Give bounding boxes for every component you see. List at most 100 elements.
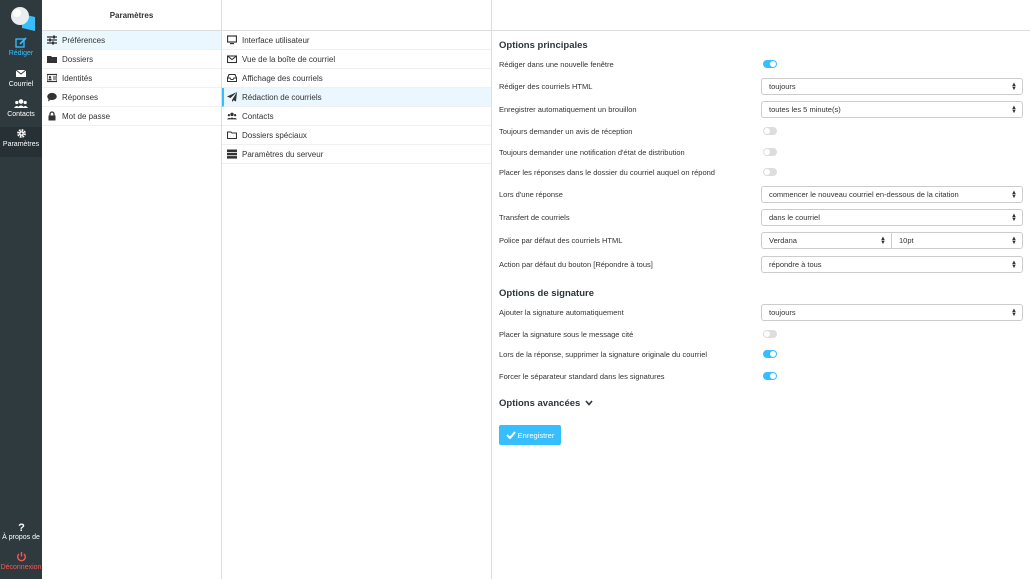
select-value: commencer le nouveau courriel en-dessous… (769, 189, 959, 199)
section-item-server-settings[interactable]: Paramètres du serveur (222, 145, 491, 164)
signature-below-toggle[interactable] (763, 330, 777, 338)
row-label: Lors de la réponse, supprimer la signatu… (499, 349, 708, 359)
strip-signature-toggle[interactable] (763, 350, 777, 358)
id-card-icon (47, 73, 57, 83)
settings-content: Options principales Rédiger dans une nou… (492, 0, 1030, 579)
settings-item-label: Dossiers (62, 54, 94, 64)
autosave-draft-select[interactable]: toutes les 5 minute(s) ▲ ▼ (761, 100, 1023, 118)
compose-label: Rédiger (8, 50, 34, 57)
settings-item-identities[interactable]: Identités (42, 69, 221, 88)
logout-button[interactable]: Déconnexion (0, 550, 42, 579)
reply-same-folder-toggle[interactable] (763, 168, 777, 176)
contacts-button[interactable]: Contacts (0, 97, 42, 127)
sections-header (222, 0, 491, 31)
settings-item-folders[interactable]: Dossiers (42, 50, 221, 69)
row-label: Rédiger dans une nouvelle fenêtre (499, 59, 614, 69)
default-font-select[interactable]: Verdana ▲ ▼ (761, 231, 892, 249)
sort-arrows-icon: ▲ ▼ (1011, 81, 1017, 92)
row-dsn: Toujours demander une notification d'éta… (499, 142, 1024, 162)
section-item-ui[interactable]: Interface utilisateur (222, 31, 491, 50)
server-icon (227, 149, 237, 159)
row-force-separator: Forcer le séparateur standard dans les s… (499, 366, 1024, 386)
settings-item-label: Préférences (62, 35, 106, 45)
settings-item-preferences[interactable]: Préférences (42, 31, 221, 50)
save-label: Enregistrer (517, 430, 555, 440)
row-label: Toujours demander un avis de réception (499, 126, 633, 136)
folder-outline-icon (227, 131, 237, 140)
save-button[interactable]: Enregistrer (499, 425, 561, 445)
envelope-icon (227, 55, 237, 64)
lock-icon (48, 111, 56, 121)
settings-title: Paramètres (42, 0, 221, 31)
read-receipt-toggle[interactable] (763, 127, 777, 135)
compose-icon (15, 37, 27, 48)
section-item-label: Paramètres du serveur (242, 149, 324, 159)
row-label: Placer la signature sous le message cité (499, 329, 634, 339)
section-item-contacts[interactable]: Contacts (222, 107, 491, 126)
section-main-options-title: Options principales (499, 40, 588, 51)
logout-label: Déconnexion (0, 564, 42, 571)
select-value: répondre à tous (769, 259, 822, 269)
row-strip-signature: Lors de la réponse, supprimer la signatu… (499, 344, 1024, 364)
main-navigation: Rédiger Courriel Contacts Paramètres ? À… (0, 0, 42, 579)
mail-button[interactable]: Courriel (0, 67, 42, 97)
row-reply-same-folder: Placer les réponses dans le dossier du c… (499, 162, 1024, 182)
section-item-composing[interactable]: Rédaction de courriels (222, 88, 491, 107)
users-icon (227, 112, 237, 120)
section-signature-title: Options de signature (499, 288, 595, 299)
sort-arrows-icon: ▲ ▼ (880, 235, 886, 246)
sort-arrows-icon: ▲ ▼ (1011, 307, 1017, 318)
select-value: dans le courriel (769, 212, 820, 222)
reply-all-default-select[interactable]: répondre à tous ▲ ▼ (761, 255, 1023, 273)
auto-signature-select[interactable]: toujours ▲ ▼ (761, 303, 1023, 321)
row-label: Placer les réponses dans le dossier du c… (499, 167, 715, 177)
reply-mode-select[interactable]: commencer le nouveau courriel en-dessous… (761, 185, 1023, 203)
question-icon: ? (18, 522, 25, 532)
sort-arrows-icon: ▲ ▼ (1011, 259, 1017, 270)
settings-item-label: Identités (62, 73, 93, 83)
power-icon (16, 552, 26, 562)
gear-icon (16, 129, 26, 138)
force-separator-toggle[interactable] (763, 372, 777, 380)
section-item-label: Rédaction de courriels (242, 92, 322, 102)
compose-button[interactable]: Rédiger (0, 36, 42, 66)
monitor-icon (227, 35, 237, 45)
content-header (492, 0, 1030, 31)
check-icon (505, 431, 516, 439)
row-label: Transfert de courriels (499, 212, 570, 222)
dsn-toggle[interactable] (763, 148, 777, 156)
forward-mode-select[interactable]: dans le courriel ▲ ▼ (761, 208, 1023, 226)
row-default-font: Police par défaut des courriels HTML Ver… (499, 230, 1024, 250)
advanced-options-label: Options avancées (499, 398, 581, 409)
section-item-special-folders[interactable]: Dossiers spéciaux (222, 126, 491, 145)
compose-html-select[interactable]: toujours ▲ ▼ (761, 77, 1023, 95)
settings-item-label: Mot de passe (62, 111, 111, 121)
section-item-mailbox-view[interactable]: Vue de la boîte de courriel (222, 50, 491, 69)
mail-label: Courriel (8, 81, 34, 88)
default-font-size-select[interactable]: 10pt ▲ ▼ (892, 231, 1023, 249)
svg-text:?: ? (18, 522, 25, 532)
advanced-options-toggle[interactable]: Options avancées (499, 398, 593, 409)
row-label: Rédiger des courriels HTML (499, 81, 593, 91)
row-read-receipt: Toujours demander un avis de réception (499, 121, 1024, 141)
row-compose-html: Rédiger des courriels HTML toujours ▲ ▼ (499, 76, 1024, 96)
new-window-toggle[interactable] (763, 60, 777, 68)
settings-item-password[interactable]: Mot de passe (42, 107, 221, 126)
row-label: Enregistrer automatiquement un brouillon (499, 104, 637, 114)
inbox-icon (227, 73, 237, 83)
envelope-icon (15, 69, 27, 77)
section-item-label: Vue de la boîte de courriel (242, 54, 336, 64)
settings-item-label: Réponses (62, 92, 99, 102)
row-forward-mode: Transfert de courriels dans le courriel ▲… (499, 207, 1024, 227)
about-button[interactable]: ? À propos de (0, 520, 42, 550)
select-value: toujours (769, 81, 796, 91)
contacts-label: Contacts (7, 111, 35, 118)
sort-arrows-icon: ▲ ▼ (1011, 212, 1017, 223)
section-item-display[interactable]: Affichage des courriels (222, 69, 491, 88)
settings-button[interactable]: Paramètres (0, 127, 42, 157)
settings-item-responses[interactable]: Réponses (42, 88, 221, 107)
row-label: Police par défaut des courriels HTML (499, 235, 623, 245)
row-auto-signature: Ajouter la signature automatiquement tou… (499, 302, 1024, 322)
settings-label: Paramètres (2, 141, 40, 148)
section-item-label: Interface utilisateur (242, 35, 310, 45)
